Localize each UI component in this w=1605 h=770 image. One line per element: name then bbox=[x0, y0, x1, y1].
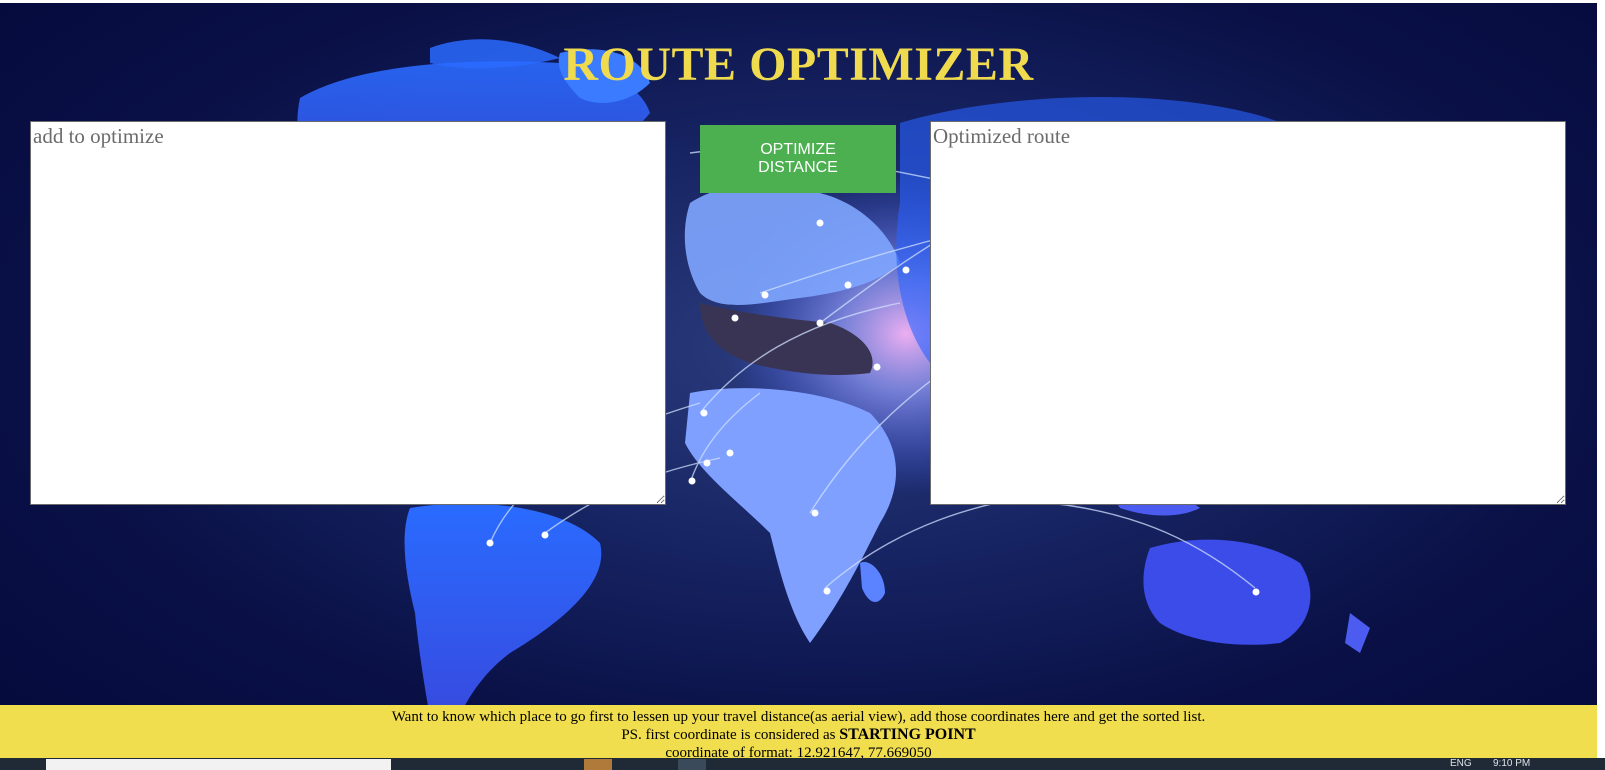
footer-note-bold: STARTING POINT bbox=[839, 726, 976, 743]
info-footer: Want to know which place to go first to … bbox=[0, 705, 1597, 761]
optimized-route-output[interactable] bbox=[930, 121, 1566, 505]
page-background: ROUTE OPTIMIZER OPTIMIZE DISTANCE Want t… bbox=[0, 3, 1597, 770]
footer-note: PS. first coordinate is considered as ST… bbox=[0, 726, 1597, 744]
taskbar-app-icon[interactable] bbox=[678, 759, 706, 770]
taskbar: ENG 9:10 PM bbox=[0, 758, 1605, 770]
taskbar-clock[interactable]: 9:10 PM bbox=[1493, 758, 1530, 770]
footer-note-prefix: PS. first coordinate is considered as bbox=[621, 727, 836, 743]
coordinates-input[interactable] bbox=[30, 121, 666, 505]
taskbar-search-box[interactable] bbox=[46, 759, 391, 770]
optimize-distance-button[interactable]: OPTIMIZE DISTANCE bbox=[700, 125, 896, 193]
page-title: ROUTE OPTIMIZER bbox=[563, 38, 1034, 91]
taskbar-app-icon[interactable] bbox=[584, 759, 612, 770]
scrollbar-track[interactable] bbox=[1597, 0, 1605, 770]
taskbar-language[interactable]: ENG bbox=[1450, 758, 1472, 770]
footer-description: Want to know which place to go first to … bbox=[391, 709, 1206, 725]
